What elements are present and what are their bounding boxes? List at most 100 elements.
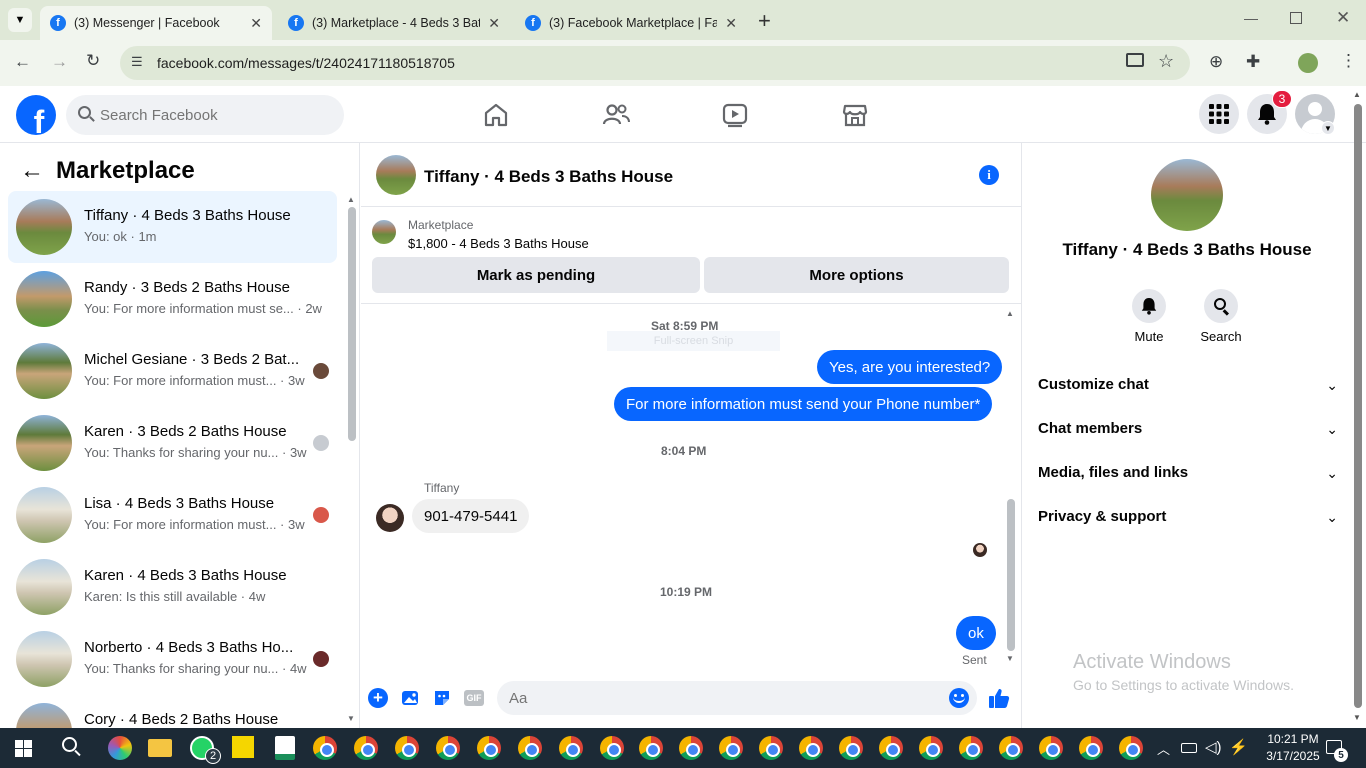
show-hidden-icons-chevron-icon[interactable]: ︿ (1157, 739, 1170, 758)
extensions-puzzle-icon[interactable]: ✚ (1246, 52, 1260, 72)
scroll-up-arrow-icon[interactable]: ▲ (347, 195, 355, 204)
chrome-icon[interactable] (679, 736, 703, 760)
volume-icon[interactable]: ◁) (1205, 738, 1222, 756)
close-window-button[interactable]: ✕ (1336, 8, 1350, 28)
message-bubble-sent[interactable]: ok (956, 616, 996, 650)
sticky-notes-icon[interactable] (232, 736, 254, 758)
section-privacy-support[interactable]: Privacy & support ⌄ (1022, 499, 1352, 535)
search-input[interactable] (100, 95, 335, 135)
emoji-icon[interactable] (949, 688, 969, 708)
home-icon[interactable] (481, 100, 511, 130)
section-customize-chat[interactable]: Customize chat ⌄ (1022, 367, 1352, 403)
chat-title[interactable]: Tiffany · 4 Beds 3 Baths House (424, 167, 673, 187)
section-chat-members[interactable]: Chat members ⌄ (1022, 411, 1352, 447)
scroll-down-arrow-icon[interactable]: ▼ (347, 714, 355, 723)
clock-date[interactable]: 3/17/2025 (1261, 749, 1325, 763)
extension-robot-icon[interactable]: ⊕ (1209, 52, 1223, 72)
windows-start-icon[interactable] (15, 740, 32, 757)
page-scrollbar[interactable] (1354, 104, 1362, 708)
file-explorer-icon[interactable] (148, 739, 172, 757)
tab-messenger[interactable]: f (3) Messenger | Facebook ✕ (40, 6, 272, 40)
section-media-files-links[interactable]: Media, files and links ⌄ (1022, 455, 1352, 491)
chrome-icon[interactable] (1119, 736, 1143, 760)
chrome-icon[interactable] (759, 736, 783, 760)
chrome-icon[interactable] (959, 736, 983, 760)
back-arrow-icon[interactable]: ← (14, 52, 31, 72)
tab-search-dropdown[interactable]: ▼ (8, 8, 32, 32)
thumbs-up-icon[interactable] (988, 687, 1010, 709)
menu-kebab-icon[interactable]: ⋮ (1340, 51, 1357, 71)
sender-avatar[interactable] (376, 504, 404, 532)
message-composer[interactable] (497, 681, 977, 715)
message-input[interactable] (509, 681, 929, 715)
close-tab-icon[interactable]: ✕ (250, 15, 262, 32)
listing-thumbnail[interactable] (372, 220, 396, 244)
profile-avatar-icon[interactable] (1298, 53, 1318, 73)
message-bubble-sent[interactable]: For more information must send your Phon… (614, 387, 993, 421)
back-arrow-icon[interactable]: ← (20, 157, 44, 185)
info-icon[interactable]: i (979, 165, 999, 185)
details-avatar[interactable] (1151, 159, 1223, 231)
account-chevron-icon[interactable]: ▼ (1321, 121, 1335, 135)
url-text[interactable]: facebook.com/messages/t/2402417118051870… (157, 55, 455, 71)
scroll-up-arrow-icon[interactable]: ▲ (1006, 309, 1014, 318)
mark-as-pending-button[interactable]: Mark as pending (372, 257, 700, 293)
conversation-item[interactable]: Karen · 4 Beds 3 Baths House Karen: Is t… (8, 551, 337, 623)
chrome-icon[interactable] (600, 736, 624, 760)
chrome-icon[interactable] (354, 736, 378, 760)
more-actions-plus-icon[interactable]: + (368, 688, 388, 708)
conversation-item[interactable]: Lisa · 4 Beds 3 Baths House You: For mor… (8, 479, 337, 551)
network-icon[interactable]: ⚡ (1229, 738, 1248, 756)
chrome-icon[interactable] (518, 736, 542, 760)
restore-button[interactable] (1290, 12, 1302, 24)
messages-scrollbar[interactable] (1007, 499, 1015, 651)
reload-icon[interactable]: ↻ (86, 51, 100, 71)
chrome-icon[interactable] (313, 736, 337, 760)
marketplace-store-icon[interactable] (840, 100, 870, 130)
search-conversation-button[interactable] (1204, 289, 1238, 323)
paint-app-icon[interactable] (108, 736, 132, 760)
bookmark-star-icon[interactable]: ☆ (1158, 51, 1174, 72)
chrome-icon[interactable] (639, 736, 663, 760)
listing-price[interactable]: $1,800 - 4 Beds 3 Baths House (408, 236, 589, 251)
chrome-icon[interactable] (436, 736, 460, 760)
chrome-icon[interactable] (559, 736, 583, 760)
close-tab-icon[interactable]: ✕ (488, 15, 500, 32)
more-options-button[interactable]: More options (704, 257, 1009, 293)
tab-marketplace-listing[interactable]: f (3) Marketplace - 4 Beds 3 Bath ✕ (278, 6, 510, 40)
menu-grid-button[interactable] (1199, 94, 1239, 134)
close-tab-icon[interactable]: ✕ (725, 15, 737, 32)
search-box[interactable] (66, 95, 344, 135)
chrome-icon[interactable] (999, 736, 1023, 760)
chrome-icon[interactable] (919, 736, 943, 760)
forward-arrow-icon[interactable]: → (51, 52, 68, 72)
battery-icon[interactable] (1181, 743, 1197, 753)
friends-icon[interactable] (601, 100, 631, 130)
conversation-item[interactable]: Randy · 3 Beds 2 Baths House You: For mo… (8, 263, 337, 335)
address-bar[interactable]: ☰ facebook.com/messages/t/24024171180518… (120, 46, 1190, 80)
new-tab-button[interactable]: + (758, 8, 771, 34)
chrome-icon[interactable] (839, 736, 863, 760)
chat-avatar[interactable] (376, 155, 416, 195)
install-app-icon[interactable] (1126, 53, 1144, 67)
photo-attach-icon[interactable] (400, 688, 420, 708)
message-bubble-received[interactable]: 901-479-5441 (412, 499, 530, 533)
conversation-item[interactable]: Cory · 4 Beds 2 Baths House (8, 695, 337, 728)
scroll-down-arrow-icon[interactable]: ▼ (1353, 713, 1361, 722)
sticker-icon[interactable] (432, 688, 452, 708)
chrome-icon[interactable] (1039, 736, 1063, 760)
chrome-icon[interactable] (879, 736, 903, 760)
conversation-item[interactable]: Michel Gesiane · 3 Beds 2 Bat... You: Fo… (8, 335, 337, 407)
tab-marketplace[interactable]: f (3) Facebook Marketplace | Face ✕ (515, 6, 747, 40)
gif-button[interactable]: GIF (464, 690, 484, 706)
video-watch-icon[interactable] (720, 100, 750, 130)
notepad-app-icon[interactable] (275, 736, 295, 760)
conversation-item[interactable]: Karen · 3 Beds 2 Baths House You: Thanks… (8, 407, 337, 479)
clock-time[interactable]: 10:21 PM (1261, 732, 1325, 746)
scroll-up-arrow-icon[interactable]: ▲ (1353, 90, 1361, 99)
scroll-down-arrow-icon[interactable]: ▼ (1006, 654, 1014, 663)
message-bubble-sent[interactable]: Yes, are you interested? (817, 350, 1003, 384)
facebook-logo-icon[interactable]: f (16, 95, 56, 135)
mute-button[interactable] (1132, 289, 1166, 323)
conversation-item[interactable]: Tiffany · 4 Beds 3 Baths House You: ok ·… (8, 191, 337, 263)
